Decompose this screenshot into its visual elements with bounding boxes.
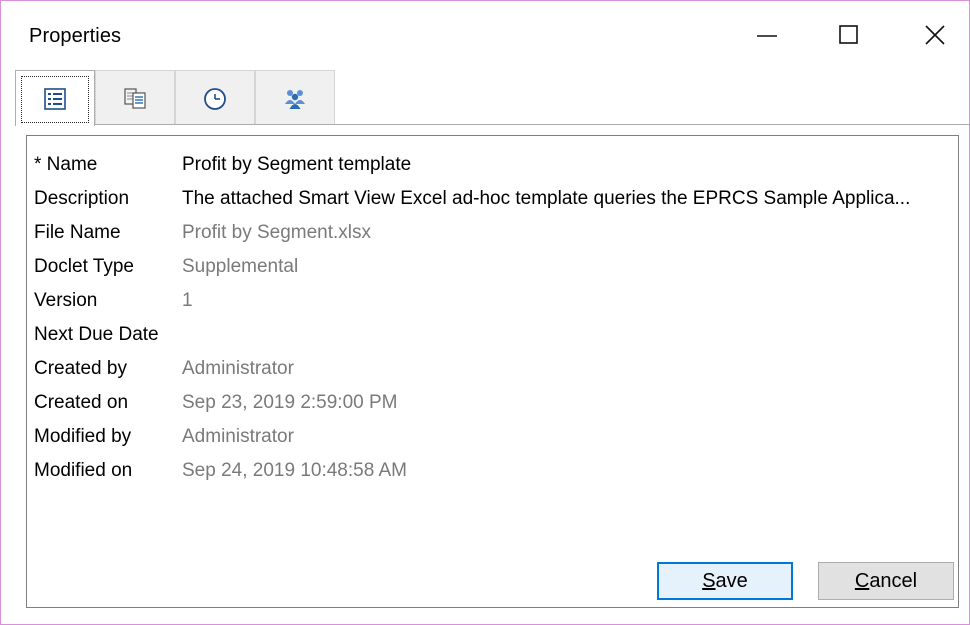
- property-label: Created on: [34, 392, 129, 413]
- properties-grid: * Name Profit by Segment template Descri…: [26, 135, 959, 608]
- property-label: Version: [34, 290, 98, 311]
- property-label: Created by: [34, 358, 127, 379]
- property-row-created-by[interactable]: Created by Administrator: [27, 352, 958, 386]
- cancel-mnemonic: C: [854, 569, 870, 592]
- property-label: Modified by: [34, 426, 132, 447]
- property-row-file-name[interactable]: File Name Profit by Segment.xlsx: [27, 216, 958, 250]
- property-row-description[interactable]: Description The attached Smart View Exce…: [27, 182, 958, 216]
- property-row-next-due-date[interactable]: Next Due Date: [27, 318, 958, 352]
- property-label: Doclet Type: [34, 256, 134, 277]
- property-label: File Name: [34, 222, 121, 243]
- maximize-button[interactable]: [827, 15, 871, 55]
- created-on-value: Sep 23, 2019 2:59:00 PM: [182, 392, 398, 413]
- save-label-rest: ave: [715, 569, 748, 592]
- maximize-icon: [839, 25, 858, 44]
- close-button[interactable]: [913, 15, 957, 55]
- property-row-version[interactable]: Version 1: [27, 284, 958, 318]
- tab-focus-ring: [21, 76, 89, 123]
- title-bar: Properties: [1, 1, 969, 69]
- properties-tab-panel: * Name Profit by Segment template Descri…: [15, 124, 969, 624]
- description-value[interactable]: The attached Smart View Excel ad-hoc tem…: [182, 182, 952, 216]
- property-row-created-on[interactable]: Created on Sep 23, 2019 2:59:00 PM: [27, 386, 958, 420]
- minimize-button[interactable]: [745, 15, 789, 55]
- property-row-doclet-type[interactable]: Doclet Type Supplemental: [27, 250, 958, 284]
- clock-icon: [204, 87, 226, 110]
- close-icon: [925, 25, 945, 45]
- properties-dialog: Properties * Name Profit by Segment temp…: [0, 0, 970, 625]
- cancel-button[interactable]: Cancel: [818, 562, 954, 600]
- doclet-type-value: Supplemental: [182, 256, 299, 277]
- cancel-label-rest: ancel: [869, 569, 918, 592]
- property-row-name[interactable]: * Name Profit by Segment template: [27, 148, 958, 182]
- name-value[interactable]: Profit by Segment template: [182, 148, 952, 182]
- property-label: Description: [34, 188, 130, 209]
- created-by-value: Administrator: [182, 358, 294, 379]
- property-row-modified-by[interactable]: Modified by Administrator: [27, 420, 958, 454]
- tab-strip: [15, 70, 967, 126]
- users-group-icon: [285, 89, 305, 109]
- dialog-title: Properties: [29, 25, 122, 47]
- tab-permissions[interactable]: [255, 70, 335, 124]
- property-label: * Name: [34, 154, 98, 175]
- tab-document[interactable]: [95, 70, 175, 124]
- property-label: Modified on: [34, 460, 133, 481]
- property-row-modified-on[interactable]: Modified on Sep 24, 2019 10:48:58 AM: [27, 454, 958, 488]
- save-button[interactable]: Save: [657, 562, 793, 600]
- document-clipboard-icon: [124, 87, 146, 109]
- minimize-icon: [757, 35, 777, 37]
- modified-by-value: Administrator: [182, 426, 294, 447]
- property-label: Next Due Date: [34, 324, 159, 345]
- save-mnemonic: S: [702, 569, 716, 592]
- file-name-value: Profit by Segment.xlsx: [182, 222, 372, 243]
- tab-properties[interactable]: [15, 70, 95, 126]
- tab-history[interactable]: [175, 70, 255, 124]
- modified-on-value: Sep 24, 2019 10:48:58 AM: [182, 460, 408, 481]
- version-value: 1: [182, 290, 193, 311]
